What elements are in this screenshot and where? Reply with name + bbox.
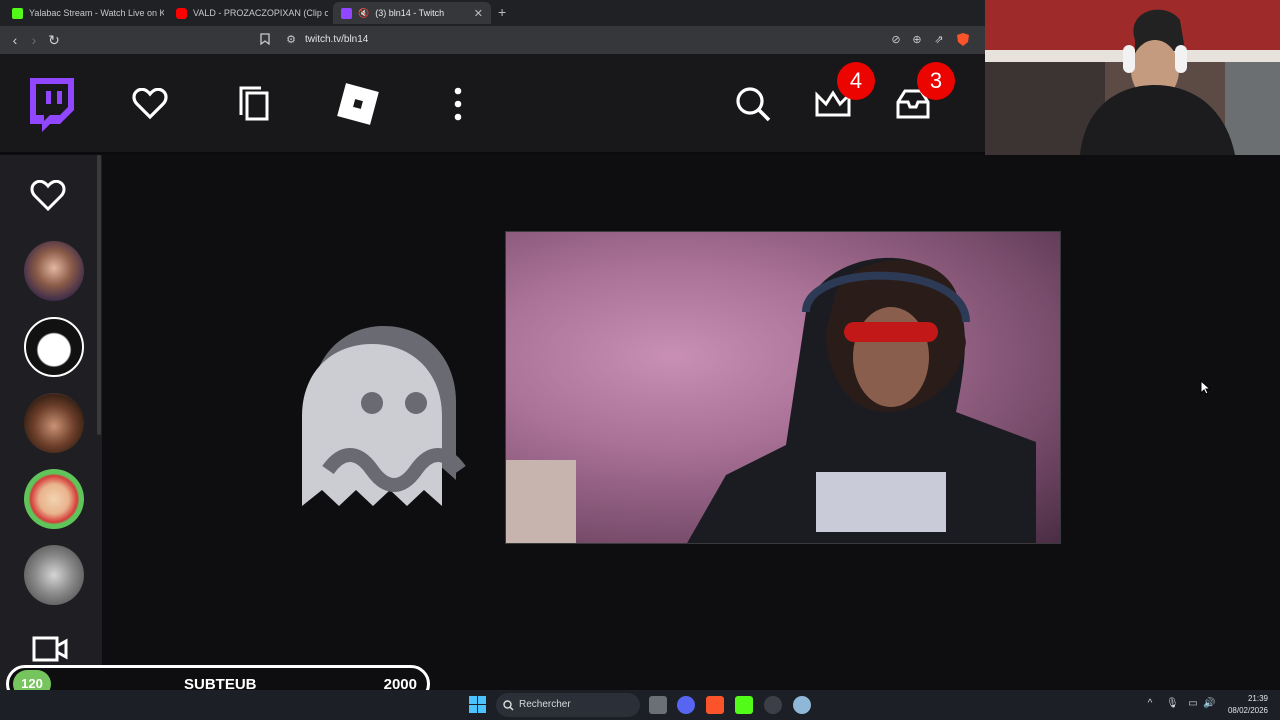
twitch-favicon-icon: [341, 7, 352, 19]
obs-icon[interactable]: [764, 696, 782, 714]
clock-time: 21:39: [1247, 694, 1268, 703]
heart-icon[interactable]: [30, 179, 66, 217]
volume-icon[interactable]: 🔊: [1203, 698, 1215, 710]
search-placeholder: Rechercher: [519, 699, 571, 710]
url-text[interactable]: twitch.tv/bln14: [305, 34, 368, 45]
prime-notification-badge: 4: [837, 62, 875, 100]
taskbar-search[interactable]: Rechercher: [496, 693, 640, 717]
kick-favicon-icon: [12, 7, 23, 19]
browser-tab-kick[interactable]: Yalabac Stream - Watch Live on Kick: [4, 2, 164, 24]
inbox-notification-badge: 3: [917, 62, 955, 100]
microphone-icon[interactable]: 🎙: [1166, 698, 1179, 710]
brave-browser-icon[interactable]: [706, 696, 724, 714]
share-icon[interactable]: ⇗: [932, 33, 946, 47]
reload-icon[interactable]: ↻: [45, 31, 63, 49]
back-icon[interactable]: ‹: [6, 31, 24, 49]
brave-shield-icon[interactable]: [956, 33, 970, 47]
taskbar-clock[interactable]: 21:39 08/02/2026: [1228, 693, 1268, 717]
site-info-icon[interactable]: ⚙: [284, 33, 298, 47]
twitch-logo-icon[interactable]: [22, 76, 78, 132]
cast-icon[interactable]: ⊘: [889, 33, 903, 47]
discord-icon[interactable]: [677, 696, 695, 714]
channel-avatar-4[interactable]: [24, 469, 84, 529]
bookmark-icon[interactable]: [258, 33, 272, 47]
tab-title: (3) bln14 - Twitch: [375, 8, 445, 18]
channel-avatar-2[interactable]: [24, 317, 84, 377]
channel-avatar-3[interactable]: [24, 393, 84, 453]
mouse-cursor-icon: [1200, 379, 1212, 400]
windows-start-icon[interactable]: [469, 696, 486, 718]
copy-icon[interactable]: [226, 76, 282, 132]
mute-icon[interactable]: 🔇: [358, 8, 369, 19]
search-icon[interactable]: [725, 76, 781, 132]
browser-tab-youtube[interactable]: VALD - PROZACZOPIXAN (Clip offici...: [168, 2, 328, 24]
stream-video-player[interactable]: [505, 231, 1061, 544]
browser-tab-twitch[interactable]: 🔇 (3) bln14 - Twitch ✕: [333, 2, 491, 24]
ghost-icon: [298, 320, 470, 515]
new-tab-button[interactable]: +: [498, 4, 506, 20]
heart-icon[interactable]: [122, 76, 178, 132]
followed-channels-sidebar: [0, 155, 102, 690]
channel-avatar-5[interactable]: [24, 545, 84, 605]
windows-taskbar: Rechercher ^ 🎙 ▭ 🔊 21:39 08/02/2026: [0, 690, 1280, 720]
roblox-icon[interactable]: [330, 76, 386, 132]
network-icon[interactable]: ▭: [1187, 698, 1199, 710]
tab-title: Yalabac Stream - Watch Live on Kick: [29, 8, 164, 18]
clock-date: 08/02/2026: [1227, 706, 1268, 715]
settings-icon[interactable]: [793, 696, 811, 714]
app-icon[interactable]: [735, 696, 753, 714]
tab-title: VALD - PROZACZOPIXAN (Clip offici...: [193, 8, 328, 18]
search-icon: [503, 698, 514, 716]
sidebar-scrollbar[interactable]: [97, 155, 101, 435]
youtube-favicon-icon: [176, 7, 187, 19]
task-view-icon[interactable]: [649, 696, 667, 714]
video-camera-icon[interactable]: [32, 635, 68, 668]
webcam-overlay: [985, 0, 1280, 155]
channel-avatar-1[interactable]: [24, 241, 84, 301]
more-vertical-icon[interactable]: [430, 76, 486, 132]
zoom-icon[interactable]: ⊕: [910, 33, 924, 47]
forward-icon[interactable]: ›: [25, 31, 43, 49]
stream-video-frame: [506, 258, 1036, 543]
show-hidden-icons-icon[interactable]: ^: [1144, 698, 1156, 710]
webcam-frame: [985, 0, 1280, 155]
close-tab-icon[interactable]: ✕: [474, 7, 483, 20]
